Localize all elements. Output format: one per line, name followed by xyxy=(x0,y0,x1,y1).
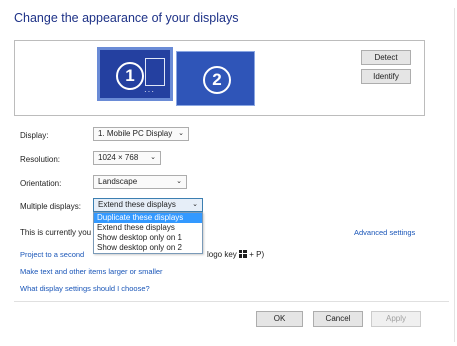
page-title: Change the appearance of your displays xyxy=(14,11,239,25)
chevron-down-icon: ⌄ xyxy=(176,178,182,185)
chevron-down-icon: ⌄ xyxy=(192,201,198,208)
ok-button[interactable]: OK xyxy=(256,311,303,327)
dropdown-option-extend[interactable]: Extend these displays xyxy=(94,223,202,233)
display-select-value: 1. Mobile PC Display xyxy=(98,129,173,138)
project-keys: + P) xyxy=(249,250,265,259)
monitor-ellipsis-icon: ··· xyxy=(144,87,155,96)
orientation-label: Orientation: xyxy=(20,179,62,188)
which-settings-link[interactable]: What display settings should I choose? xyxy=(20,284,150,293)
text-size-link[interactable]: Make text and other items larger or smal… xyxy=(20,267,163,276)
detect-button[interactable]: Detect xyxy=(361,50,411,65)
footer-divider xyxy=(14,301,449,302)
monitor-number-1: 1 xyxy=(116,62,144,90)
window-preview-icon xyxy=(145,58,165,86)
windows-logo-icon xyxy=(239,250,248,258)
dropdown-option-only-1[interactable]: Show desktop only on 1 xyxy=(94,233,202,243)
chevron-down-icon: ⌄ xyxy=(178,130,184,137)
dropdown-option-only-2[interactable]: Show desktop only on 2 xyxy=(94,243,202,253)
dropdown-option-duplicate[interactable]: Duplicate these displays xyxy=(94,213,202,223)
project-link[interactable]: Project to a second xyxy=(20,250,84,259)
chevron-down-icon: ⌄ xyxy=(150,154,156,161)
display-label: Display: xyxy=(20,131,49,140)
monitor-number-2: 2 xyxy=(203,66,231,94)
orientation-select[interactable]: Landscape ⌄ xyxy=(93,175,187,189)
monitor-2[interactable]: 2 xyxy=(176,51,255,106)
multiple-displays-dropdown: Duplicate these displays Extend these di… xyxy=(93,212,203,254)
resolution-select-value: 1024 × 768 xyxy=(98,153,139,162)
apply-button[interactable]: Apply xyxy=(371,311,421,327)
resolution-label: Resolution: xyxy=(20,155,61,164)
project-hint: logo key + P) xyxy=(207,250,264,259)
monitor-1[interactable]: 1 ··· xyxy=(97,47,173,101)
display-select[interactable]: 1. Mobile PC Display ⌄ xyxy=(93,127,189,141)
project-hint-text: logo key xyxy=(207,250,237,259)
multiple-displays-select-value: Extend these displays xyxy=(98,200,176,209)
status-text: This is currently you xyxy=(20,228,92,237)
resolution-select[interactable]: 1024 × 768 ⌄ xyxy=(93,151,161,165)
identify-button[interactable]: Identify xyxy=(361,69,411,84)
advanced-settings-link[interactable]: Advanced settings xyxy=(354,228,415,237)
multiple-displays-label: Multiple displays: xyxy=(20,202,81,211)
cancel-button[interactable]: Cancel xyxy=(313,311,363,327)
orientation-select-value: Landscape xyxy=(98,177,138,186)
multiple-displays-select[interactable]: Extend these displays ⌄ xyxy=(93,198,203,212)
